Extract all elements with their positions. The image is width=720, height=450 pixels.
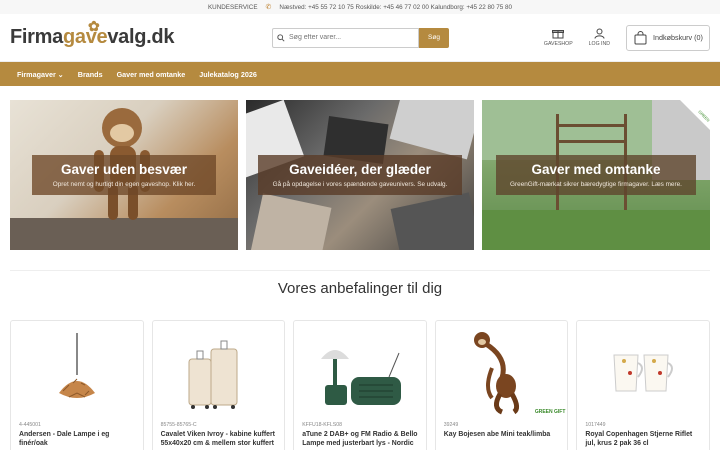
main-nav: Firmagaver ⌄ Brands Gaver med omtanke Ju… [0, 62, 720, 86]
product-sku: 85755-85765-C [160, 422, 197, 428]
greengift-badge-icon: GREEN [680, 100, 710, 130]
cart-button[interactable]: Indkøbskurv (0) [626, 24, 710, 51]
greengift-label: GREEN GIFT [534, 409, 566, 415]
banner-title: Gaver uden besvær [60, 162, 188, 177]
logo-part-valg: valg.dk [107, 26, 175, 48]
nav-label: Firmagaver [17, 69, 56, 79]
nav-item-firmagaver[interactable]: Firmagaver ⌄ [17, 70, 64, 79]
gaveshop-link[interactable]: GAVESHOP [544, 28, 573, 47]
login-link[interactable]: LOG IND [589, 28, 610, 47]
banner-gaver-med-omtanke[interactable]: GREEN Gaver med omtanke GreenGift-mærkat… [482, 100, 710, 250]
nav-item-julekatalog[interactable]: Julekatalog 2026 [199, 70, 257, 79]
login-label: LOG IND [588, 41, 610, 47]
gift-icon [552, 30, 565, 39]
product-name[interactable]: Kay Bojesen abe Mini teak/limba [444, 430, 560, 450]
mugs-icon [585, 325, 701, 421]
product-card[interactable]: 1017449 Royal Copenhagen Stjerne Riflet … [576, 320, 710, 450]
product-name[interactable]: Royal Copenhagen Stjerne Riflet jul, kru… [585, 430, 701, 450]
customer-service-label[interactable]: KUNDESERVICE [208, 4, 258, 11]
product-card[interactable]: 85755-85765-C Cavalet Viken Ivroy - kabi… [151, 320, 286, 450]
banner-overlay: Gaver uden besvær Opret nemt og hurtigt … [32, 155, 216, 195]
gaveshop-label: GAVESHOP [543, 41, 573, 47]
recommendations-heading: Vores anbefalinger til dig [277, 280, 443, 297]
banner-overlay: Gaver med omtanke GreenGift-mærkat sikre… [496, 155, 696, 195]
user-icon [594, 28, 605, 39]
radio-lamp-icon [302, 325, 418, 421]
search-box [272, 27, 419, 48]
site-logo[interactable]: Firmagavevalg.dk ✿ [10, 18, 272, 49]
logo-part-gave: gave [62, 26, 108, 48]
chevron-down-icon: ⌄ [57, 69, 64, 79]
search-icon [277, 33, 285, 42]
product-sku: KFFU18-KFLS08 [302, 422, 342, 428]
nav-item-gaver-med-omtanke[interactable]: Gaver med omtanke [117, 70, 186, 79]
banner-subtitle: Opret nemt og hurtigt din egen gaveshop.… [52, 181, 196, 188]
product-card[interactable]: KFFU18-KFLS08 aTune 2 DAB+ og FM Radio &… [293, 320, 427, 450]
banner-gaver-uden-besvaer[interactable]: Gaver uden besvær Opret nemt og hurtigt … [10, 100, 238, 250]
top-bar: KUNDESERVICE ✆ Næstved: +45 55 72 10 75 … [0, 0, 720, 14]
banner-gaveideer[interactable]: Gaveidéer, der glæder Gå på opdagelse i … [246, 100, 474, 250]
product-sku: 39249 [443, 422, 459, 428]
product-list: 4-445001 Andersen - Dale Lampe i eg finé… [0, 320, 720, 450]
product-card[interactable]: GREEN GIFT 39249 Kay Bojesen abe Mini te… [434, 320, 569, 450]
search-bar: Søg [272, 27, 449, 48]
product-sku: 4-445001 [19, 422, 41, 428]
banner-overlay: Gaveidéer, der glæder Gå på opdagelse i … [258, 155, 462, 195]
product-sku: 1017449 [585, 422, 606, 428]
search-input[interactable] [289, 34, 409, 41]
banner-title: Gaveidéer, der glæder [289, 162, 431, 177]
product-name[interactable]: Andersen - Dale Lampe i eg finér/oak [19, 430, 135, 450]
product-name[interactable]: aTune 2 DAB+ og FM Radio & Bello Lampe m… [302, 430, 418, 450]
cart-label: Indkøbskurv (0) [653, 33, 703, 42]
hero-banners: Gaver uden besvær Opret nemt og hurtigt … [0, 100, 720, 250]
phone-icon: ✆ [265, 4, 272, 11]
logo-part-firma: Firma [10, 26, 63, 48]
gift-bow-icon: ✿ [88, 18, 100, 34]
banner-title: Gaver med omtanke [531, 162, 661, 177]
shopping-bag-icon [634, 30, 647, 44]
divider [10, 270, 710, 271]
suitcase-icon [161, 325, 277, 421]
product-name[interactable]: Cavalet Viken Ivroy - kabine kuffert 55x… [161, 430, 277, 450]
pendant-lamp-icon [19, 325, 135, 421]
header-actions: GAVESHOP LOG IND Indkøbskurv (0) [544, 24, 710, 51]
header: Firmagavevalg.dk ✿ Søg GAVESHOP LOG IND … [0, 14, 720, 62]
contact-numbers: Næstved: +45 55 72 10 75 Roskilde: +45 4… [279, 3, 513, 11]
banner-subtitle: GreenGift-mærkat sikrer bæredygtige firm… [510, 181, 682, 188]
nav-item-brands[interactable]: Brands [78, 70, 103, 79]
search-button[interactable]: Søg [419, 27, 449, 48]
wooden-monkey-icon: GREEN GIFT [444, 325, 565, 421]
product-card[interactable]: 4-445001 Andersen - Dale Lampe i eg finé… [10, 320, 144, 450]
banner-subtitle: Gå på opdagelse i vores spændende gaveun… [272, 181, 448, 188]
